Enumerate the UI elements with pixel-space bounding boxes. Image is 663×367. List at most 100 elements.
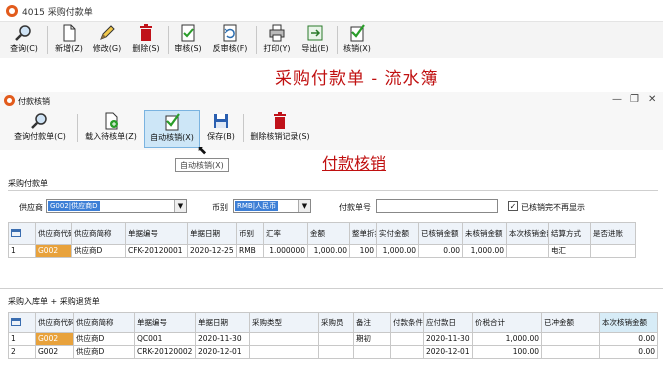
new-button[interactable]: 新增(Z) bbox=[50, 22, 88, 58]
cell[interactable]: 2020-11-30 bbox=[195, 332, 250, 346]
query-payment-button[interactable]: 查询付款单(C) bbox=[8, 110, 72, 148]
table-row[interactable]: 1 G002 供应商D QC001 2020-11-30 期初 2020-11-… bbox=[8, 332, 658, 346]
column-header[interactable]: 应付款日 bbox=[423, 312, 473, 333]
cell[interactable]: G002 bbox=[35, 244, 72, 258]
cell[interactable]: 0.00 bbox=[599, 332, 658, 346]
delete-verify-record-button[interactable]: 删除核销记录(S) bbox=[246, 110, 314, 148]
cell[interactable]: 1,000.00 bbox=[462, 244, 507, 258]
cell[interactable]: QC001 bbox=[134, 332, 196, 346]
cell[interactable]: 100.00 bbox=[472, 345, 542, 359]
unapprove-icon bbox=[223, 24, 237, 42]
mouse-cursor-icon: ⬉ bbox=[197, 143, 208, 157]
cell[interactable] bbox=[590, 244, 636, 258]
column-header[interactable]: 是否进账 bbox=[590, 222, 636, 245]
column-header[interactable]: 供应商代码 bbox=[35, 222, 72, 245]
inbound-section-title: 采购入库单 + 采购退货单 bbox=[8, 297, 100, 306]
cell[interactable] bbox=[318, 345, 354, 359]
column-header[interactable]: 采购员 bbox=[318, 312, 354, 333]
cell[interactable]: 100 bbox=[349, 244, 377, 258]
print-button[interactable]: 打印(Y) bbox=[259, 22, 295, 58]
cell[interactable]: 2020-11-30 bbox=[423, 332, 473, 346]
trash-icon bbox=[140, 24, 152, 41]
cell[interactable] bbox=[249, 332, 319, 346]
column-header[interactable]: 币别 bbox=[236, 222, 264, 245]
cell[interactable]: CRK-20120002 bbox=[134, 345, 196, 359]
payment-no-input[interactable] bbox=[376, 199, 498, 213]
verify-button[interactable]: 核销(X) bbox=[339, 22, 375, 58]
cell[interactable]: 1.000000 bbox=[263, 244, 308, 258]
cell[interactable] bbox=[541, 345, 600, 359]
delete-button[interactable]: 删除(S) bbox=[127, 22, 165, 58]
cell[interactable]: G002 bbox=[35, 332, 74, 346]
column-header[interactable]: 本次核销金额 bbox=[506, 222, 549, 245]
column-header[interactable]: 付款条件 bbox=[390, 312, 424, 333]
table-row[interactable]: 2 G002 供应商D CRK-20120002 2020-12-01 2020… bbox=[8, 345, 658, 359]
cell[interactable]: 2020-12-01 bbox=[423, 345, 473, 359]
edit-button[interactable]: 修改(G) bbox=[88, 22, 126, 58]
cell[interactable] bbox=[390, 332, 424, 346]
cell[interactable]: 1,000.00 bbox=[376, 244, 419, 258]
cell[interactable]: 供应商D bbox=[73, 345, 135, 359]
cell[interactable]: 供应商D bbox=[71, 244, 126, 258]
cell[interactable]: CFK-20120001 bbox=[125, 244, 188, 258]
column-header[interactable]: 采购类型 bbox=[249, 312, 319, 333]
table-row[interactable]: 1 G002 供应商D CFK-20120001 2020-12-25 RMB … bbox=[8, 244, 636, 258]
minimize-icon[interactable]: — bbox=[612, 94, 622, 105]
hide-verified-checkbox[interactable]: ✓ bbox=[508, 201, 518, 211]
column-header[interactable]: 实付金额 bbox=[376, 222, 419, 245]
cell[interactable] bbox=[318, 332, 354, 346]
cell[interactable]: 1,000.00 bbox=[472, 332, 542, 346]
column-header[interactable]: 单据日期 bbox=[195, 312, 250, 333]
cell[interactable]: 期初 bbox=[353, 332, 391, 346]
load-document-icon bbox=[105, 112, 118, 130]
cell[interactable]: 0.00 bbox=[418, 244, 463, 258]
export-button[interactable]: 导出(E) bbox=[297, 22, 333, 58]
cell[interactable]: G002 bbox=[35, 345, 74, 359]
column-header[interactable]: 未核销金额 bbox=[462, 222, 507, 245]
close-icon[interactable]: ✕ bbox=[648, 94, 656, 105]
column-header[interactable]: 已核销金额 bbox=[418, 222, 463, 245]
column-header[interactable]: 金额 bbox=[307, 222, 350, 245]
cell[interactable]: 2020-12-25 bbox=[187, 244, 237, 258]
column-header[interactable]: 备注 bbox=[353, 312, 391, 333]
column-header[interactable]: 汇率 bbox=[263, 222, 308, 245]
cell[interactable] bbox=[506, 244, 549, 258]
column-header[interactable]: 已冲金额 bbox=[541, 312, 600, 333]
cell[interactable]: RMB bbox=[236, 244, 264, 258]
grid-icon[interactable] bbox=[8, 222, 36, 245]
column-header[interactable]: 供应商代码 bbox=[35, 312, 74, 333]
restore-icon[interactable]: ❐ bbox=[630, 94, 639, 105]
cell[interactable] bbox=[390, 345, 424, 359]
unapprove-button[interactable]: 反审核(F) bbox=[208, 22, 252, 58]
cell[interactable]: 0.00 bbox=[599, 345, 658, 359]
cell[interactable] bbox=[541, 332, 600, 346]
column-header[interactable]: 供应商简称 bbox=[73, 312, 135, 333]
auto-verify-button[interactable]: 自动核销(X) bbox=[144, 110, 200, 148]
column-header[interactable]: 供应商简称 bbox=[71, 222, 126, 245]
chevron-down-icon[interactable]: ▼ bbox=[298, 200, 310, 212]
supplier-combo[interactable]: G002|供应商D ▼ bbox=[46, 199, 187, 213]
query-button[interactable]: 查询(C) bbox=[4, 22, 44, 58]
chevron-down-icon[interactable]: ▼ bbox=[174, 200, 186, 212]
cell[interactable]: 1,000.00 bbox=[307, 244, 350, 258]
cell[interactable]: 供应商D bbox=[73, 332, 135, 346]
column-header[interactable]: 结算方式 bbox=[548, 222, 591, 245]
currency-combo[interactable]: RMB|人民币 ▼ bbox=[233, 199, 311, 213]
payment-no-label: 付款单号 bbox=[339, 203, 371, 212]
toolbar-separator bbox=[243, 114, 244, 142]
approve-button[interactable]: 审核(S) bbox=[170, 22, 206, 58]
cell[interactable]: 2020-12-01 bbox=[195, 345, 250, 359]
cell[interactable] bbox=[249, 345, 319, 359]
column-header[interactable]: 单据日期 bbox=[187, 222, 237, 245]
load-pending-button[interactable]: 载入待核单(Z) bbox=[81, 110, 141, 148]
column-header[interactable]: 单据编号 bbox=[134, 312, 196, 333]
column-header[interactable]: 本次核销金额 bbox=[599, 312, 658, 333]
cell[interactable] bbox=[353, 345, 391, 359]
column-header[interactable]: 单据编号 bbox=[125, 222, 188, 245]
main-toolbar: 查询(C) 新增(Z) 修改(G) 删除(S) 审核(S) 反审核(F) 打印(… bbox=[0, 22, 663, 58]
cell[interactable]: 电汇 bbox=[548, 244, 591, 258]
grid-icon[interactable] bbox=[8, 312, 36, 333]
column-header[interactable]: 价税合计 bbox=[472, 312, 542, 333]
save-button[interactable]: 保存(B) bbox=[202, 110, 240, 148]
column-header[interactable]: 整单折扣 bbox=[349, 222, 377, 245]
